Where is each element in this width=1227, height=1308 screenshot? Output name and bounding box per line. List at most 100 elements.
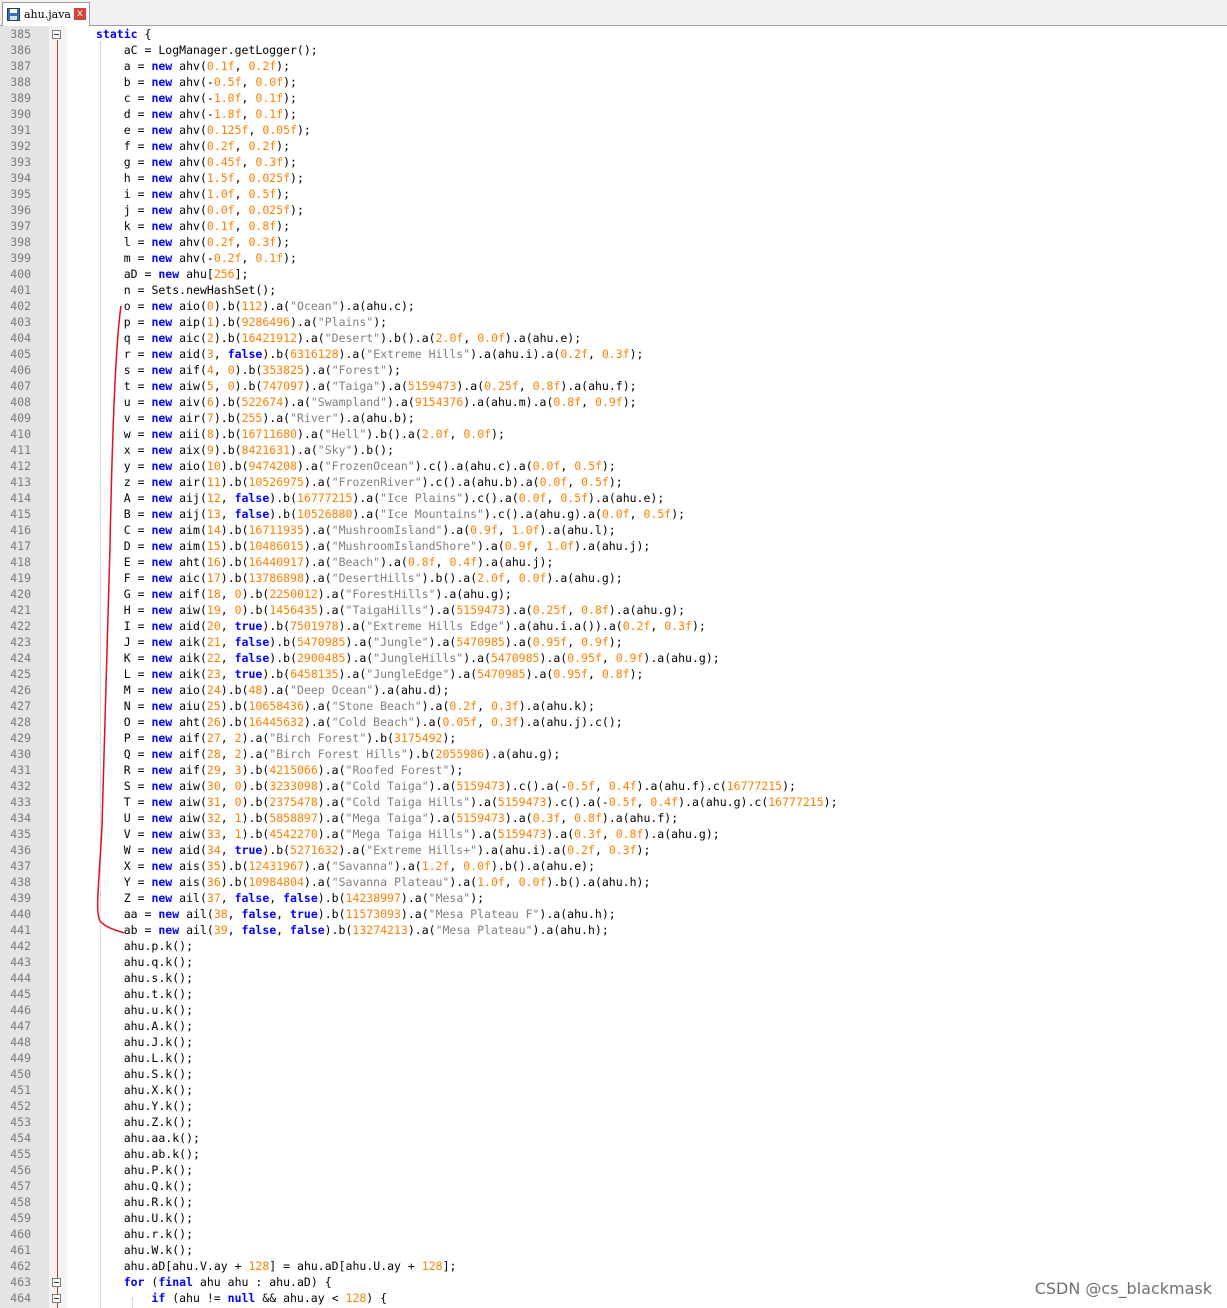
code-line[interactable]: 444 ahu.s.k(); — [0, 970, 1227, 986]
code-line[interactable]: 398 l = new ahv(0.2f, 0.3f); — [0, 234, 1227, 250]
line-number: 385 — [10, 27, 31, 41]
code-line[interactable]: 458 ahu.R.k(); — [0, 1194, 1227, 1210]
code-line[interactable]: 410 w = new aii(8).b(16711680).a("Hell")… — [0, 426, 1227, 442]
code-text: W = new aid(34, true).b(5271632).a("Extr… — [123, 843, 651, 857]
code-line[interactable]: 441 ab = new ail(39, false, false).b(132… — [0, 922, 1227, 938]
code-line[interactable]: 448 ahu.J.k(); — [0, 1034, 1227, 1050]
code-line[interactable]: 440 aa = new ail(38, false, true).b(1157… — [0, 906, 1227, 922]
code-line[interactable]: 454 ahu.aa.k(); — [0, 1130, 1227, 1146]
code-line[interactable]: 450 ahu.S.k(); — [0, 1066, 1227, 1082]
code-line[interactable]: 453 ahu.Z.k(); — [0, 1114, 1227, 1130]
code-line[interactable]: 420 G = new aif(18, 0).b(2250012).a("For… — [0, 586, 1227, 602]
code-text: S = new aiw(30, 0).b(3233098).a("Cold Ta… — [123, 779, 796, 793]
code-text: ahu.Z.k(); — [123, 1115, 194, 1129]
line-number: 414 — [10, 491, 31, 505]
line-number: 437 — [10, 859, 31, 873]
code-line[interactable]: 445 ahu.t.k(); — [0, 986, 1227, 1002]
code-line[interactable]: 427 N = new aiu(25).b(10658436).a("Stone… — [0, 698, 1227, 714]
code-line[interactable]: 389 c = new ahv(-1.0f, 0.1f); — [0, 90, 1227, 106]
code-line[interactable]: 403 p = new aip(1).b(9286496).a("Plains"… — [0, 314, 1227, 330]
code-line[interactable]: 406 s = new aif(4, 0).b(353825).a("Fores… — [0, 362, 1227, 378]
code-line[interactable]: 443 ahu.q.k(); — [0, 954, 1227, 970]
code-line[interactable]: 414 A = new aij(12, false).b(16777215).a… — [0, 490, 1227, 506]
code-line[interactable]: 405 r = new aid(3, false).b(6316128).a("… — [0, 346, 1227, 362]
line-number: 416 — [10, 523, 31, 537]
code-line[interactable]: 413 z = new air(11).b(10526975).a("Froze… — [0, 474, 1227, 490]
tab-ahu-java[interactable]: ahu.java x — [2, 2, 90, 26]
code-line[interactable]: 397 k = new ahv(0.1f, 0.8f); — [0, 218, 1227, 234]
code-line[interactable]: 423 J = new aik(21, false).b(5470985).a(… — [0, 634, 1227, 650]
code-line[interactable]: 412 y = new aio(10).b(9474208).a("Frozen… — [0, 458, 1227, 474]
code-line[interactable]: 426 M = new aio(24).b(48).a("Deep Ocean"… — [0, 682, 1227, 698]
code-line[interactable]: 451 ahu.X.k(); — [0, 1082, 1227, 1098]
code-line[interactable]: 419 F = new aic(17).b(13786898).a("Deser… — [0, 570, 1227, 586]
line-number: 413 — [10, 475, 31, 489]
code-line[interactable]: 435 V = new aiw(33, 1).b(4542270).a("Meg… — [0, 826, 1227, 842]
code-line[interactable]: 455 ahu.ab.k(); — [0, 1146, 1227, 1162]
code-line[interactable]: 401 n = Sets.newHashSet(); — [0, 282, 1227, 298]
code-line[interactable]: 396 j = new ahv(0.0f, 0.025f); — [0, 202, 1227, 218]
code-line[interactable]: 416 C = new aim(14).b(16711935).a("Mushr… — [0, 522, 1227, 538]
code-line[interactable]: 409 v = new air(7).b(255).a("River").a(a… — [0, 410, 1227, 426]
code-line[interactable]: 461 ahu.W.k(); — [0, 1242, 1227, 1258]
code-line[interactable]: 395 i = new ahv(1.0f, 0.5f); — [0, 186, 1227, 202]
code-line[interactable]: 408 u = new aiv(6).b(522674).a("Swamplan… — [0, 394, 1227, 410]
code-text: p = new aip(1).b(9286496).a("Plains"); — [123, 315, 388, 329]
code-line[interactable]: 402 o = new aio(0).b(112).a("Ocean").a(a… — [0, 298, 1227, 314]
code-text: if (ahu != null && ahu.ay < 128) { — [151, 1291, 388, 1305]
code-line[interactable]: 385 static { — [0, 26, 1227, 42]
code-line[interactable]: 415 B = new aij(13, false).b(10526880).a… — [0, 506, 1227, 522]
code-text: d = new ahv(-1.8f, 0.1f); — [123, 107, 297, 121]
code-line[interactable]: 431 R = new aif(29, 3).b(4215066).a("Roo… — [0, 762, 1227, 778]
code-line[interactable]: 417 D = new aim(15).b(10486015).a("Mushr… — [0, 538, 1227, 554]
code-line[interactable]: 394 h = new ahv(1.5f, 0.025f); — [0, 170, 1227, 186]
close-icon[interactable]: x — [74, 8, 86, 20]
code-line[interactable]: 387 a = new ahv(0.1f, 0.2f); — [0, 58, 1227, 74]
code-line[interactable]: 400 aD = new ahu[256]; — [0, 266, 1227, 282]
code-line[interactable]: 386 aC = LogManager.getLogger(); — [0, 42, 1227, 58]
code-line[interactable]: 390 d = new ahv(-1.8f, 0.1f); — [0, 106, 1227, 122]
code-text: ahu.s.k(); — [123, 971, 194, 985]
line-number: 410 — [10, 427, 31, 441]
code-line[interactable]: 462 ahu.aD[ahu.V.ay + 128] = ahu.aD[ahu.… — [0, 1258, 1227, 1274]
code-line[interactable]: 436 W = new aid(34, true).b(5271632).a("… — [0, 842, 1227, 858]
code-line[interactable]: 456 ahu.P.k(); — [0, 1162, 1227, 1178]
code-line[interactable]: 422 I = new aid(20, true).b(7501978).a("… — [0, 618, 1227, 634]
line-number: 430 — [10, 747, 31, 761]
code-line[interactable]: 442 ahu.p.k(); — [0, 938, 1227, 954]
code-line[interactable]: 432 S = new aiw(30, 0).b(3233098).a("Col… — [0, 778, 1227, 794]
code-line[interactable]: 439 Z = new ail(37, false, false).b(1423… — [0, 890, 1227, 906]
code-line[interactable]: 460 ahu.r.k(); — [0, 1226, 1227, 1242]
code-line[interactable]: 457 ahu.Q.k(); — [0, 1178, 1227, 1194]
code-line[interactable]: 430 Q = new aif(28, 2).a("Birch Forest H… — [0, 746, 1227, 762]
code-line[interactable]: 411 x = new aix(9).b(8421631).a("Sky").b… — [0, 442, 1227, 458]
code-line[interactable]: 434 U = new aiw(32, 1).b(5858897).a("Meg… — [0, 810, 1227, 826]
code-line[interactable]: 421 H = new aiw(19, 0).b(1456435).a("Tai… — [0, 602, 1227, 618]
code-text: m = new ahv(-0.2f, 0.1f); — [123, 251, 297, 265]
code-line[interactable]: 438 Y = new ais(36).b(10984804).a("Savan… — [0, 874, 1227, 890]
code-line[interactable]: 404 q = new aic(2).b(16421912).a("Desert… — [0, 330, 1227, 346]
code-line[interactable]: 425 L = new aik(23, true).b(6458135).a("… — [0, 666, 1227, 682]
code-line[interactable]: 429 P = new aif(27, 2).a("Birch Forest")… — [0, 730, 1227, 746]
code-line[interactable]: 433 T = new aiw(31, 0).b(2375478).a("Col… — [0, 794, 1227, 810]
code-line[interactable]: 447 ahu.A.k(); — [0, 1018, 1227, 1034]
code-text: t = new aiw(5, 0).b(747097).a("Taiga").a… — [123, 379, 637, 393]
code-line[interactable]: 424 K = new aik(22, false).b(2900485).a(… — [0, 650, 1227, 666]
code-line[interactable]: 452 ahu.Y.k(); — [0, 1098, 1227, 1114]
code-line[interactable]: 391 e = new ahv(0.125f, 0.05f); — [0, 122, 1227, 138]
code-editor[interactable]: 385 static {386 aC = LogManager.getLogger… — [0, 26, 1227, 1308]
code-line[interactable]: 392 f = new ahv(0.2f, 0.2f); — [0, 138, 1227, 154]
code-line[interactable]: 428 O = new aht(26).b(16445632).a("Cold … — [0, 714, 1227, 730]
code-line[interactable]: 437 X = new ais(35).b(12431967).a("Savan… — [0, 858, 1227, 874]
code-line[interactable]: 388 b = new ahv(-0.5f, 0.0f); — [0, 74, 1227, 90]
code-line[interactable]: 459 ahu.U.k(); — [0, 1210, 1227, 1226]
code-line[interactable]: 393 g = new ahv(0.45f, 0.3f); — [0, 154, 1227, 170]
code-text: ahu.X.k(); — [123, 1083, 194, 1097]
code-line[interactable]: 418 E = new aht(16).b(16440917).a("Beach… — [0, 554, 1227, 570]
code-line[interactable]: 399 m = new ahv(-0.2f, 0.1f); — [0, 250, 1227, 266]
code-line[interactable]: 446 ahu.u.k(); — [0, 1002, 1227, 1018]
line-number: 401 — [10, 283, 31, 297]
code-text: f = new ahv(0.2f, 0.2f); — [123, 139, 291, 153]
code-line[interactable]: 407 t = new aiw(5, 0).b(747097).a("Taiga… — [0, 378, 1227, 394]
code-line[interactable]: 449 ahu.L.k(); — [0, 1050, 1227, 1066]
